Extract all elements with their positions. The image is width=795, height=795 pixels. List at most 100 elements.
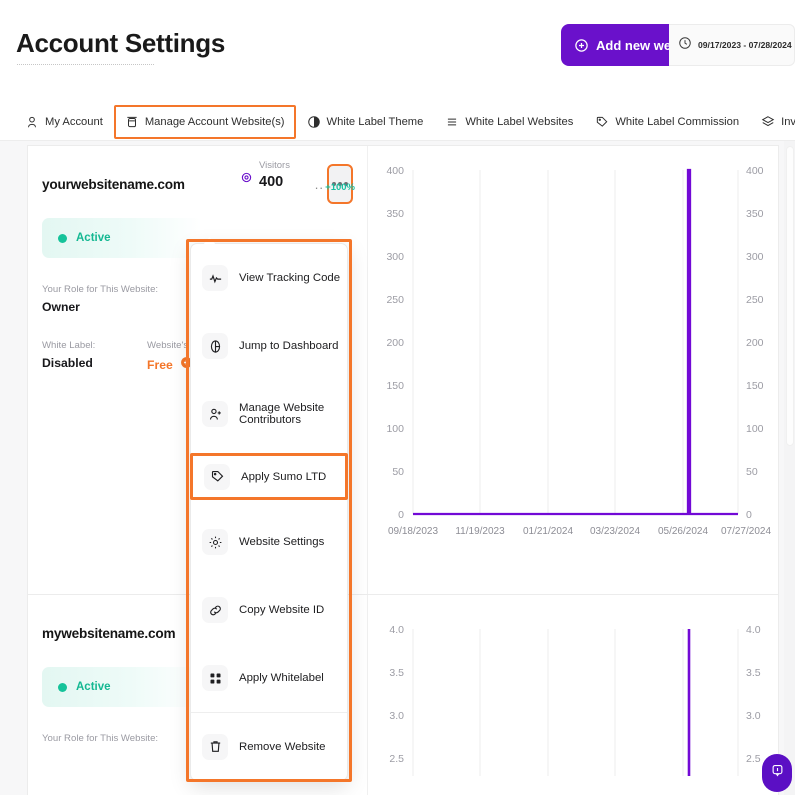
trash-icon [202, 733, 228, 760]
svg-text:05/26/2024: 05/26/2024 [658, 526, 708, 537]
svg-text:0: 0 [398, 509, 404, 521]
tab-label: Manage Account Website(s) [144, 115, 285, 128]
svg-text:2.5: 2.5 [746, 753, 761, 765]
menu-item-label: Copy Website ID [239, 604, 325, 616]
menu-item-apply-whitelabel[interactable]: Apply Whitelabel [191, 644, 347, 712]
menu-item-label: View Tracking Code [239, 272, 341, 284]
svg-text:200: 200 [386, 337, 404, 349]
svg-text:50: 50 [746, 466, 758, 478]
website-actions-dropdown: View Tracking Code Jump to Dashboard Man… [190, 237, 348, 781]
tab-my-account[interactable]: My Account [14, 105, 114, 139]
menu-item-copy-website-id[interactable]: Copy Website ID [191, 576, 347, 644]
website-card: mywebsitename.com Active Your Role for T… [27, 595, 779, 795]
tab-white-label-commission[interactable]: White Label Commission [584, 105, 750, 139]
tag-icon [204, 463, 230, 490]
svg-text:3.5: 3.5 [746, 667, 761, 679]
svg-text:150: 150 [386, 380, 404, 392]
menu-item-manage-website-contributors[interactable]: Manage Website Contributors [191, 380, 347, 448]
svg-text:350: 350 [746, 208, 764, 220]
svg-text:09/18/2023: 09/18/2023 [388, 526, 438, 537]
menu-item-label: Jump to Dashboard [239, 340, 339, 352]
svg-text:350: 350 [386, 208, 404, 220]
clock-icon [678, 36, 692, 55]
website-card: yourwebsitename.com .. Visitors 400 +100… [27, 145, 779, 595]
whitelabel-value: Disabled [42, 356, 93, 370]
visitors-line-chart-1: 400 350 300 250 200 150 100 50 0 400 350… [386, 165, 771, 537]
tab-label: Invoices [781, 115, 795, 128]
svg-text:01/21/2024: 01/21/2024 [523, 526, 573, 537]
svg-text:3.5: 3.5 [389, 667, 404, 679]
svg-text:100: 100 [386, 423, 404, 435]
status-badge: Active [42, 218, 202, 258]
menu-item-label: Apply Sumo LTD [241, 470, 327, 483]
user-plus-icon [202, 401, 228, 427]
settings-tabbar: My Account Manage Account Website(s) Whi… [0, 103, 795, 141]
svg-text:400: 400 [746, 165, 764, 177]
menu-item-remove-website[interactable]: Remove Website [191, 712, 347, 780]
tab-manage-account-websites[interactable]: Manage Account Website(s) [113, 104, 296, 139]
user-icon [25, 115, 39, 129]
page-header: Account Settings Add new website 09/17/2… [0, 0, 795, 96]
layers-icon [761, 115, 775, 129]
menu-item-website-settings[interactable]: Website Settings [191, 508, 347, 576]
tag-icon [595, 115, 609, 129]
svg-text:0: 0 [746, 509, 752, 521]
title-underline [17, 64, 154, 65]
page-title: Account Settings [16, 28, 225, 58]
status-label: Active [76, 232, 111, 244]
tab-white-label-theme[interactable]: White Label Theme [296, 105, 435, 139]
grid-icon [202, 665, 228, 691]
menu-item-label: Manage Website Contributors [239, 402, 325, 426]
visitors-label: Visitors [259, 160, 290, 171]
contrast-icon [307, 115, 321, 129]
status-dot-icon [58, 682, 67, 692]
svg-text:200: 200 [746, 337, 764, 349]
svg-text:4.0: 4.0 [389, 624, 404, 636]
tab-label: White Label Theme [326, 115, 424, 128]
date-range-picker[interactable]: 09/17/2023 - 07/28/2024 ⌄ [669, 24, 795, 66]
website-name: yourwebsitename.com [42, 176, 185, 192]
status-badge: Active [42, 667, 202, 707]
status-dot-icon [58, 233, 67, 243]
svg-text:4.0: 4.0 [746, 624, 761, 636]
menu-item-label: Remove Website [239, 740, 326, 753]
menu-item-apply-sumo-ltd[interactable]: Apply Sumo LTD [193, 456, 345, 497]
svg-text:03/23/2024: 03/23/2024 [590, 526, 640, 537]
tab-label: My Account [45, 115, 103, 128]
visitors-stat: Visitors 400 +100% [241, 160, 355, 193]
svg-text:11/19/2023: 11/19/2023 [455, 526, 505, 537]
menu-item-jump-to-dashboard[interactable]: Jump to Dashboard [191, 312, 347, 380]
database-icon [125, 115, 139, 129]
whitelabel-label: White Label: [42, 340, 96, 351]
gear-icon [202, 529, 228, 555]
pie-chart-icon [202, 333, 228, 359]
svg-text:300: 300 [746, 251, 764, 263]
menu-item-apply-sumo-ltd-highlight[interactable]: Apply Sumo LTD [190, 453, 348, 500]
website-name: mywebsitename.com [42, 625, 176, 641]
tab-white-label-websites[interactable]: White Label Websites [434, 105, 584, 139]
chat-widget-button[interactable] [762, 754, 792, 792]
svg-text:300: 300 [386, 251, 404, 263]
svg-text:07/27/2024: 07/27/2024 [721, 526, 771, 537]
chat-icon [770, 763, 785, 783]
target-icon [241, 170, 252, 188]
svg-text:400: 400 [386, 165, 404, 177]
date-range-value: 09/17/2023 - 07/28/2024 [698, 40, 792, 50]
status-label: Active [76, 681, 111, 693]
app-root: Account Settings Add new website 09/17/2… [0, 0, 795, 795]
activity-icon [202, 265, 228, 291]
link-icon [202, 597, 228, 623]
svg-text:2.5: 2.5 [389, 753, 404, 765]
list-icon [445, 115, 459, 129]
svg-text:50: 50 [392, 466, 404, 478]
svg-text:100: 100 [746, 423, 764, 435]
website-visitors-chart: 400 350 300 250 200 150 100 50 0 400 350… [368, 146, 780, 594]
settings-content: yourwebsitename.com .. Visitors 400 +100… [0, 141, 795, 795]
menu-item-label: Website Settings [239, 536, 325, 548]
vertical-scrollbar-thumb[interactable] [786, 146, 794, 446]
svg-text:3.0: 3.0 [389, 710, 404, 722]
website-card-list: yourwebsitename.com .. Visitors 400 +100… [27, 145, 779, 795]
menu-item-view-tracking-code[interactable]: View Tracking Code [191, 244, 347, 312]
visitors-delta: +100% [325, 182, 355, 193]
tab-invoices[interactable]: Invoices [750, 105, 795, 139]
